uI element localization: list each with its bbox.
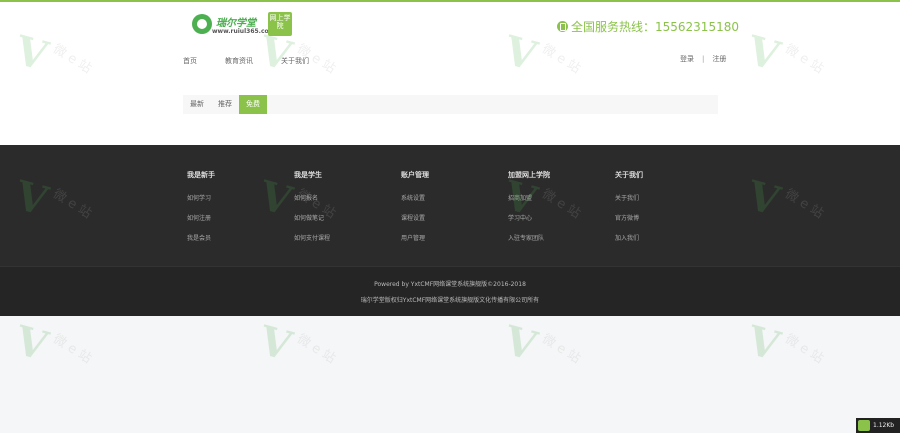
- footer-col-title: 加盟网上学院: [508, 171, 550, 179]
- footer-link[interactable]: 官方微博: [615, 213, 643, 222]
- footer-link[interactable]: 用户管理: [401, 233, 429, 242]
- footer-col-about: 关于我们 关于我们 官方微博 加入我们: [615, 170, 643, 253]
- watermark-logo-icon: V: [10, 316, 53, 371]
- footer-link[interactable]: 系统设置: [401, 193, 429, 202]
- auth-separator: |: [702, 55, 705, 63]
- watermark-text: 微 e 站: [50, 331, 94, 367]
- footer-col-franchise: 加盟网上学院 招商加盟 学习中心 入驻专家团队: [508, 170, 550, 253]
- copyright-bar: Powered by YxtCMF网络课堂系统旗舰版©2016-2018 瑞尔学…: [0, 266, 900, 316]
- nav-item-home[interactable]: 首页: [183, 56, 197, 66]
- footer-link[interactable]: 如何支付课程: [294, 233, 330, 242]
- tab-latest[interactable]: 最新: [183, 95, 211, 114]
- footer-col-title: 账户管理: [401, 171, 429, 179]
- watermark-logo-icon: V: [499, 316, 542, 371]
- login-link[interactable]: 登录: [680, 54, 694, 64]
- footer-col-title: 我是新手: [187, 171, 215, 179]
- watermark-logo-icon: V: [254, 316, 297, 371]
- nav-item-about[interactable]: 关于我们: [281, 56, 309, 66]
- watermark: V 微 e 站: [254, 317, 380, 390]
- copyright-text: 瑞尔学堂版权归YxtCMF网络课堂系统旗舰版文化传播有限公司所有: [360, 297, 540, 304]
- footer-link[interactable]: 我是会员: [187, 233, 215, 242]
- footer-link[interactable]: 如何学习: [187, 193, 215, 202]
- watermark: V 微 e 站: [10, 317, 136, 390]
- watermark-text: 微 e 站: [539, 331, 583, 367]
- watermark: V 微 e 站: [742, 317, 868, 390]
- footer-col-newbie: 我是新手 如何学习 如何注册 我是会员: [187, 170, 215, 253]
- watermark: V 微 e 站: [499, 317, 625, 390]
- speed-icon: [858, 420, 870, 431]
- footer-link[interactable]: 学习中心: [508, 213, 550, 222]
- footer-link[interactable]: 课程设置: [401, 213, 429, 222]
- watermark-text: 微 e 站: [782, 331, 826, 367]
- logo-title: 瑞尔学堂: [216, 18, 256, 29]
- logo-mark-icon: [192, 14, 212, 34]
- site-footer: 我是新手 如何学习 如何注册 我是会员 我是学生 如何报名 如何做笔记 如何支付…: [0, 145, 900, 266]
- footer-col-title: 关于我们: [615, 171, 643, 179]
- footer-col-student: 我是学生 如何报名 如何做笔记 如何支付课程: [294, 170, 330, 253]
- powered-by-text: Powered by YxtCMF网络课堂系统旗舰版©2016-2018: [374, 281, 526, 288]
- footer-link[interactable]: 招商加盟: [508, 193, 550, 202]
- site-header: 瑞尔学堂 www.ruiul365.com 网上学院 全国服务热线：155623…: [0, 2, 900, 145]
- network-speed-badge: 1.12Kb: [856, 418, 900, 433]
- footer-col-account: 账户管理 系统设置 课程设置 用户管理: [401, 170, 429, 253]
- footer-link[interactable]: 入驻专家团队: [508, 233, 550, 242]
- footer-link[interactable]: 如何做笔记: [294, 213, 330, 222]
- tab-free[interactable]: 免费: [239, 95, 267, 114]
- register-link[interactable]: 注册: [712, 54, 726, 64]
- logo-url: www.ruiul365.com: [212, 28, 275, 35]
- hotline-text: 全国服务热线：15562315180: [571, 19, 739, 34]
- nav-item-news[interactable]: 教育资讯: [225, 56, 253, 66]
- logo-badge: 网上学院: [268, 12, 292, 36]
- site-logo[interactable]: 瑞尔学堂 www.ruiul365.com 网上学院: [192, 12, 294, 40]
- footer-link[interactable]: 如何报名: [294, 193, 330, 202]
- phone-icon: [557, 20, 568, 32]
- footer-link[interactable]: 加入我们: [615, 233, 643, 242]
- footer-link[interactable]: 关于我们: [615, 193, 643, 202]
- course-filter-bar: 最新 推荐 免费: [183, 95, 718, 114]
- watermark-logo-icon: V: [742, 316, 785, 371]
- main-nav: 首页 教育资讯 关于我们: [183, 56, 337, 66]
- auth-links: 登录 | 注册: [680, 54, 726, 64]
- tab-recommended[interactable]: 推荐: [211, 95, 239, 114]
- footer-link[interactable]: 如何注册: [187, 213, 215, 222]
- service-hotline: 全国服务热线：15562315180: [557, 18, 739, 34]
- watermark-text: 微 e 站: [294, 331, 338, 367]
- speed-text: 1.12Kb: [873, 422, 895, 429]
- footer-col-title: 我是学生: [294, 171, 322, 179]
